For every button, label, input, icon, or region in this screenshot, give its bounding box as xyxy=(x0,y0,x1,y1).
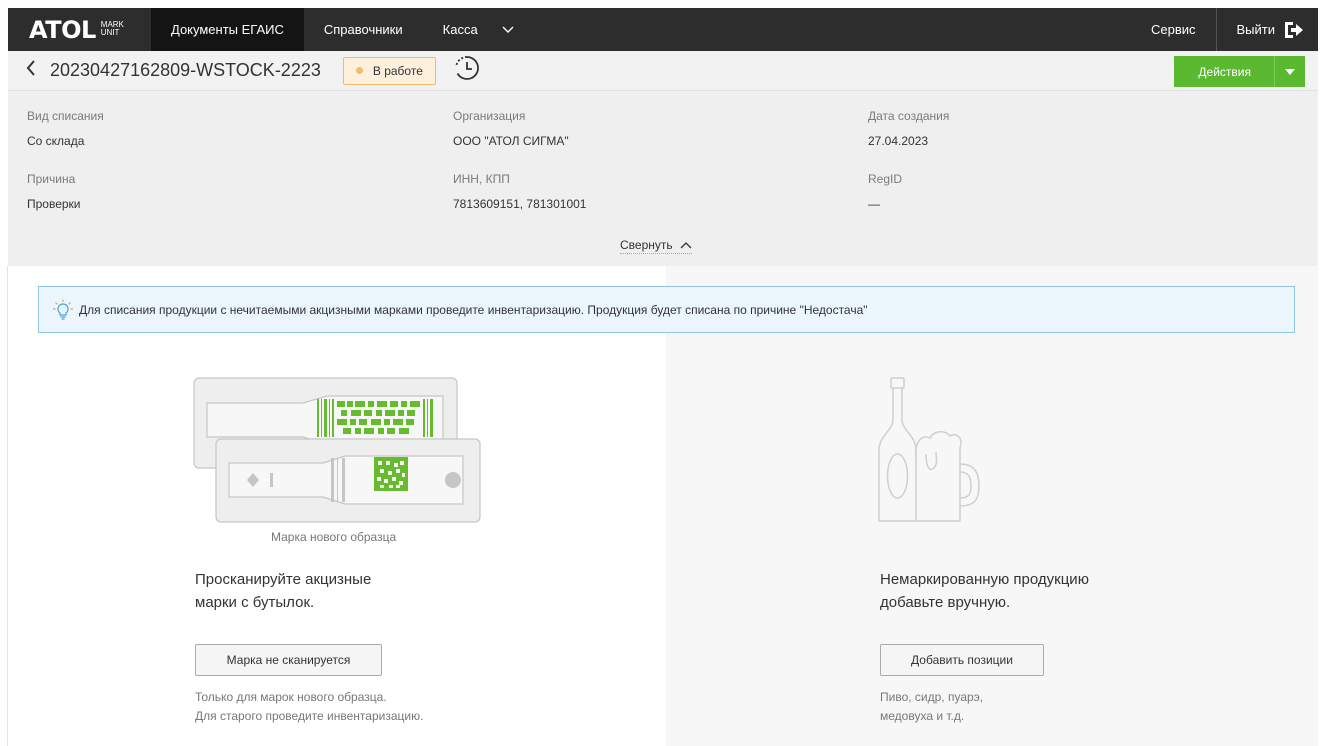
logout-icon xyxy=(1285,21,1303,38)
chevron-down-icon[interactable] xyxy=(498,8,528,51)
scan-instruction: Просканируйте акцизные марки с бутылок. xyxy=(195,571,372,611)
regid-label: RegID xyxy=(868,172,903,186)
chevron-up-icon xyxy=(680,242,692,249)
document-header: 20230427162809-WSTOCK-2223 В работе Дейс… xyxy=(8,51,1318,91)
main-content: Для списания продукции с нечитаемыми акц… xyxy=(8,266,1318,746)
logout-label: Выйти xyxy=(1236,22,1276,37)
beer-bottle-mug-illustration xyxy=(878,377,980,522)
stamp-caption: Марка нового образца xyxy=(271,530,397,544)
inn-kpp-label: ИНН, КПП xyxy=(453,172,510,186)
status-label: В работе xyxy=(372,63,423,78)
manual-add-instruction: Немаркированную продукцию добавьте вручну… xyxy=(880,571,1089,611)
hint-text: Для списания продукции с нечитаемыми акц… xyxy=(79,302,868,317)
lightbulb-icon xyxy=(53,299,73,320)
actions-dropdown-caret-icon[interactable] xyxy=(1275,56,1305,87)
unmarked-products-note: Пиво, сидр, пуарэ, медовуха и т.д. xyxy=(880,690,984,723)
logo-subtitle: MARK UNIT xyxy=(100,19,124,37)
reason-value: Проверки xyxy=(27,197,81,211)
stamp-not-scanning-button[interactable]: Марка не сканируется xyxy=(195,644,382,676)
history-icon[interactable] xyxy=(454,55,480,86)
document-title: 20230427162809-WSTOCK-2223 xyxy=(50,60,321,80)
document-info-panel: Вид списания Со склада Причина Проверки … xyxy=(8,91,1318,266)
back-arrow-icon[interactable] xyxy=(8,60,38,81)
logout-button[interactable]: Выйти xyxy=(1217,8,1319,51)
stamp-note: Только для марок нового образца. Для стар… xyxy=(195,690,424,723)
excise-stamp-illustration xyxy=(193,377,481,523)
regid-value: — xyxy=(868,197,880,211)
info-hint: Для списания продукции с нечитаемыми акц… xyxy=(38,286,1295,333)
left-edge xyxy=(0,266,8,746)
organization-label: Организация xyxy=(453,109,526,123)
logo-text: ATOL xyxy=(29,15,96,44)
nav-item-service[interactable]: Сервис xyxy=(1131,8,1216,51)
writeoff-type-label: Вид списания xyxy=(27,109,104,123)
atol-logo[interactable]: ATOL MARK UNIT xyxy=(8,8,151,51)
created-date-label: Дата создания xyxy=(868,109,950,123)
nav-item-references[interactable]: Справочники xyxy=(304,8,423,51)
actions-split-button: Действия xyxy=(1174,56,1305,87)
writeoff-type-value: Со склада xyxy=(27,134,85,148)
status-badge: В работе xyxy=(342,56,436,85)
reason-label: Причина xyxy=(27,172,76,186)
collapse-label: Свернуть xyxy=(620,238,673,252)
nav-item-egais-docs[interactable]: Документы ЕГАИС xyxy=(151,8,304,51)
add-positions-button[interactable]: Добавить позиции xyxy=(880,644,1044,676)
nav-item-cashier[interactable]: Касса xyxy=(423,8,498,51)
inn-kpp-value: 7813609151, 781301001 xyxy=(453,197,587,211)
actions-button[interactable]: Действия xyxy=(1174,56,1274,87)
created-date-value: 27.04.2023 xyxy=(868,134,929,148)
top-nav: ATOL MARK UNIT Документы ЕГАИС Справочник… xyxy=(8,8,1318,51)
status-dot-icon xyxy=(355,67,363,74)
organization-value: ООО "АТОЛ СИГМА" xyxy=(453,134,569,148)
collapse-toggle[interactable]: Свернуть xyxy=(620,238,692,254)
